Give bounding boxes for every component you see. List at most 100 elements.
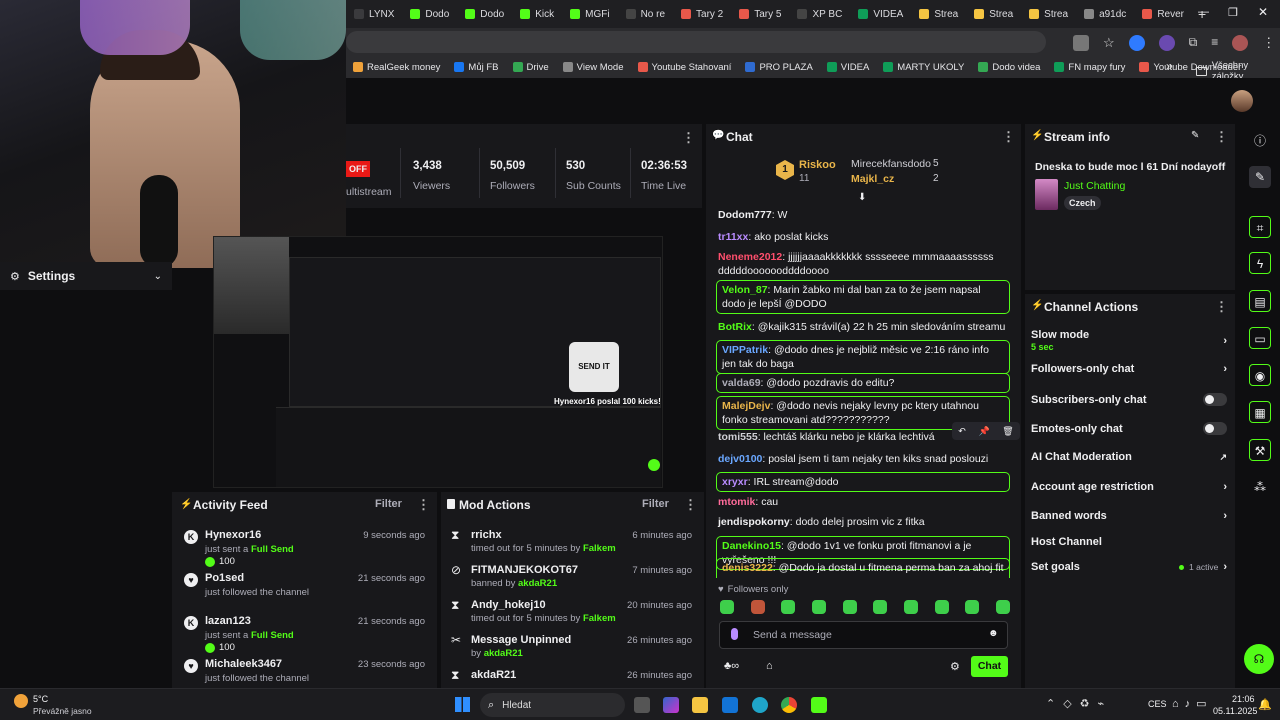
- browser-tab[interactable]: Dodo: [457, 3, 512, 25]
- stream-preview-video[interactable]: SEND IT Hynexor16 poslal 100 kicks!: [213, 236, 663, 488]
- channel-actions-menu-icon[interactable]: ⋮: [1215, 299, 1228, 315]
- outlook-icon[interactable]: [722, 697, 738, 713]
- browser-tab[interactable]: Tary 5: [731, 3, 789, 25]
- activity-row[interactable]: K Hynexor16 9 seconds ago just sent a Fu…: [172, 522, 437, 570]
- action-slow-mode[interactable]: Slow mode 5 sec ›: [1031, 329, 1227, 352]
- mod-action-by[interactable]: akdaR21: [484, 648, 523, 659]
- chat-message[interactable]: denis3222: @Dodo ja dostal u fitmena per…: [716, 558, 1010, 578]
- notes-icon[interactable]: ▤: [1249, 290, 1271, 312]
- leaderboard-first-name[interactable]: Riskoo: [799, 159, 836, 171]
- stats-menu-icon[interactable]: ⋮: [682, 130, 695, 146]
- chat-username[interactable]: MalejDejv: [722, 400, 770, 412]
- tips-icon[interactable]: ♣∞: [724, 660, 739, 672]
- browser-tab[interactable]: No re: [618, 3, 673, 25]
- browser-tab[interactable]: MGFi: [562, 3, 617, 25]
- activity-filter-button[interactable]: Filter: [375, 498, 402, 510]
- chat-username[interactable]: Velon_87: [722, 284, 768, 296]
- browser-tab[interactable]: Dodo: [402, 3, 457, 25]
- subscribers-only-toggle[interactable]: [1203, 393, 1227, 406]
- settings-toggle[interactable]: ⚙ Settings ⌄: [0, 262, 172, 290]
- mod-action-name[interactable]: Message Unpinned: [471, 634, 571, 646]
- weather-temp[interactable]: 5°C: [33, 694, 48, 704]
- bookmark-item[interactable]: VIDEA: [820, 62, 877, 73]
- chat-message[interactable]: jendispokorny: dodo delej prosim vic z f…: [718, 515, 1010, 529]
- emote-icon[interactable]: [995, 600, 1010, 614]
- emoji-icon[interactable]: ☻: [988, 628, 999, 639]
- chat-username[interactable]: mtomik: [718, 496, 755, 508]
- mod-action-name[interactable]: akdaR21: [471, 669, 516, 681]
- bookmark-item[interactable]: Dodo videa: [971, 62, 1047, 73]
- emote-icon[interactable]: [903, 600, 918, 614]
- action-banned-words[interactable]: Banned words ›: [1031, 510, 1227, 522]
- microphone-icon[interactable]: [731, 628, 738, 640]
- category-name[interactable]: Just Chatting: [1064, 180, 1125, 192]
- bookmark-item[interactable]: Můj FB: [447, 62, 505, 73]
- restore-icon[interactable]: ❐: [1228, 6, 1238, 19]
- mod-action-name[interactable]: FITMANJEKOKOT67: [471, 564, 578, 576]
- mod-filter-button[interactable]: Filter: [642, 498, 669, 510]
- chat-message[interactable]: VIPPatrik: @dodo dnes je nejbliž měsic v…: [716, 340, 1010, 374]
- browser-tab[interactable]: VIDEA: [850, 3, 911, 25]
- mod-action-by[interactable]: Falkem: [583, 543, 616, 554]
- bookmark-star-icon[interactable]: ☆: [1103, 35, 1115, 51]
- copilot-icon[interactable]: [663, 697, 679, 713]
- chat-username[interactable]: valda69: [722, 377, 761, 389]
- bookmarks-more-button[interactable]: »: [1166, 59, 1173, 73]
- browser-tab[interactable]: Kick: [512, 3, 562, 25]
- action-emotes-only[interactable]: Emotes-only chat: [1031, 422, 1227, 435]
- browser-tab[interactable]: a91dc: [1076, 3, 1134, 25]
- activity-row[interactable]: K lazan123 21 seconds ago just sent a Fu…: [172, 608, 437, 656]
- translate-icon[interactable]: [1073, 35, 1089, 51]
- chat-message[interactable]: Velon_87: Marin žabko mi dal ban za to ž…: [716, 280, 1010, 314]
- chat-username[interactable]: BotRix: [718, 321, 752, 333]
- mod-menu-icon[interactable]: ⋮: [684, 497, 697, 513]
- chat-icon[interactable]: ▭: [1249, 327, 1271, 349]
- chat-message[interactable]: BotRix: @kajik315 strávil(a) 22 h 25 min…: [718, 320, 1010, 334]
- chat-message[interactable]: dejv0100: poslal jsem ti tam nejaky ten …: [718, 452, 1010, 466]
- chat-message[interactable]: Neneme2012: jjjjjjaaaakkkkkkk sssseeee m…: [718, 250, 1010, 278]
- close-window-icon[interactable]: ✕: [1258, 5, 1268, 19]
- emote-icon[interactable]: [934, 600, 949, 614]
- minimize-icon[interactable]: —: [1198, 6, 1209, 18]
- chat-username[interactable]: Dodom777: [718, 209, 772, 221]
- omnibox[interactable]: [346, 31, 1046, 53]
- mod-action-by[interactable]: Falkem: [583, 613, 616, 624]
- emote-icon[interactable]: [842, 600, 857, 614]
- leaderboard-expand-icon[interactable]: ⬇: [858, 192, 866, 203]
- chat-username[interactable]: tomi555: [718, 431, 758, 443]
- file-explorer-icon[interactable]: [692, 697, 708, 713]
- weather-text[interactable]: Převážně jasno: [33, 706, 92, 716]
- emote-icon[interactable]: [811, 600, 826, 614]
- browser-tab[interactable]: Tary 2: [673, 3, 731, 25]
- clock-date[interactable]: 05.11.2025: [1213, 706, 1257, 716]
- activity-row[interactable]: ♥ Michaleek3467 23 seconds ago just foll…: [172, 651, 437, 688]
- chat-settings-icon[interactable]: ⚙: [950, 660, 960, 673]
- broadcast-icon[interactable]: ◉: [1249, 364, 1271, 386]
- leaderboard-second-name[interactable]: Mirecekfansdodo: [851, 158, 931, 170]
- emote-icon[interactable]: [781, 600, 796, 614]
- chat-message[interactable]: mtomik: cau: [718, 495, 1010, 509]
- notifications-icon[interactable]: 🔔: [1258, 698, 1272, 711]
- mod-action-by[interactable]: akdaR21: [518, 578, 557, 589]
- chat-username[interactable]: Danekino15: [722, 540, 781, 552]
- browser-tab[interactable]: Rever: [1134, 3, 1192, 25]
- profile-icon[interactable]: [1232, 35, 1249, 51]
- action-ai-moderation[interactable]: AI Chat Moderation ↗: [1031, 451, 1227, 463]
- activity-username[interactable]: Michaleek3467: [205, 658, 282, 670]
- mod-action-row[interactable]: ⧗ akdaR21 26 minutes ago: [441, 662, 704, 688]
- language-indicator[interactable]: CES: [1148, 699, 1167, 709]
- emote-icon[interactable]: [965, 600, 980, 614]
- info-icon[interactable]: ⓘ: [1249, 130, 1271, 152]
- activity-row[interactable]: ♥ Po1sed 21 seconds ago just followed th…: [172, 565, 437, 613]
- network-volume-icons[interactable]: ⌂♪▭: [1172, 697, 1213, 710]
- kick-app-icon[interactable]: [811, 697, 827, 713]
- windows-start-icon[interactable]: [455, 697, 470, 712]
- category-thumbnail[interactable]: [1035, 179, 1058, 210]
- chat-username[interactable]: tr11xx: [718, 231, 748, 243]
- activity-username[interactable]: Po1sed: [205, 572, 244, 584]
- bookmark-item[interactable]: View Mode: [556, 62, 631, 73]
- browser-tab[interactable]: Strea: [1021, 3, 1076, 25]
- chat-message[interactable]: Dodom777: W: [718, 208, 1010, 222]
- clock-time[interactable]: 21:06: [1232, 694, 1255, 704]
- chat-message[interactable]: xryxr: IRL stream@dodo: [716, 472, 1010, 492]
